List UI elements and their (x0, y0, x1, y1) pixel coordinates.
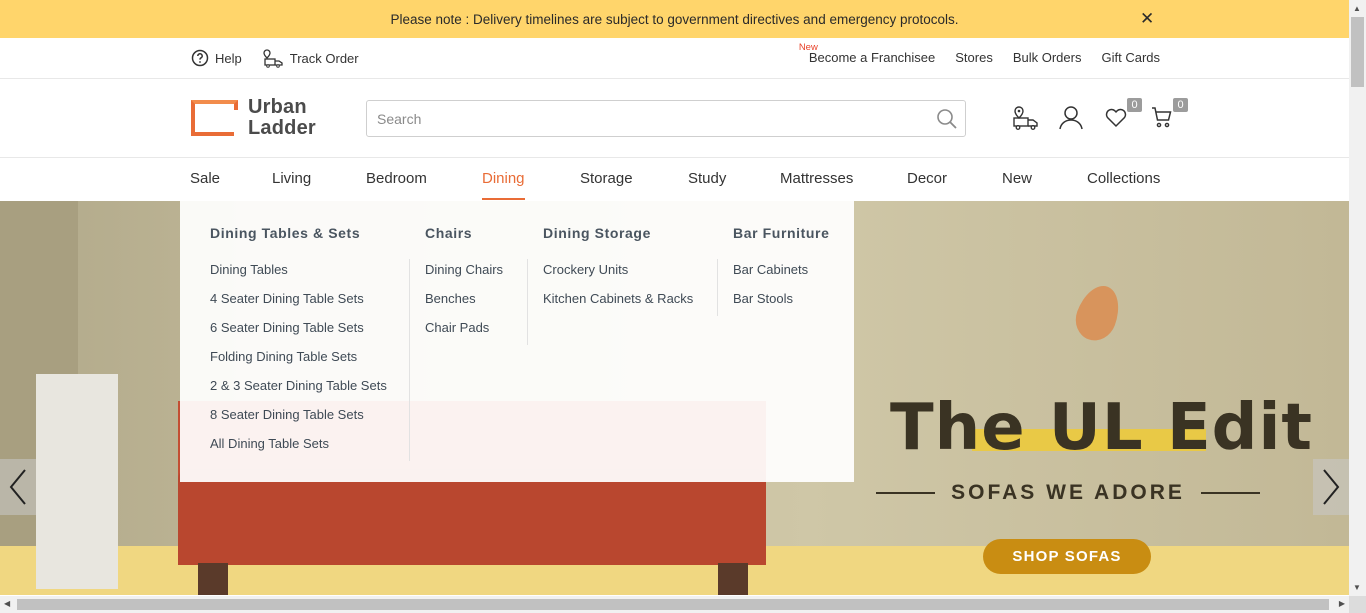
menu-item[interactable]: Folding Dining Table Sets (210, 349, 387, 378)
wishlist-count-badge: 0 (1127, 98, 1142, 112)
column-divider (527, 259, 528, 345)
menu-item[interactable]: 2 & 3 Seater Dining Table Sets (210, 378, 387, 407)
menu-heading-chairs[interactable]: Chairs (425, 225, 503, 241)
menu-item[interactable]: Dining Tables (210, 262, 387, 291)
nav-decor[interactable]: Decor (907, 170, 947, 187)
cart-count-badge: 0 (1173, 98, 1188, 112)
menu-item[interactable]: Bar Cabinets (733, 262, 829, 291)
search-input[interactable] (367, 101, 927, 136)
hero-title-part1: The (890, 391, 1049, 465)
menu-column-chairs: Chairs Dining Chairs Benches Chair Pads (425, 225, 503, 349)
track-order-link[interactable]: Track Order (262, 48, 359, 68)
logo-mark (191, 100, 238, 136)
stores-link[interactable]: Stores (955, 50, 993, 65)
menu-item[interactable]: 6 Seater Dining Table Sets (210, 320, 387, 349)
menu-item[interactable]: Chair Pads (425, 320, 503, 349)
hero-pillar (36, 374, 118, 589)
track-order-label: Track Order (289, 50, 359, 66)
menu-item[interactable]: 4 Seater Dining Table Sets (210, 291, 387, 320)
menu-heading-dining-storage[interactable]: Dining Storage (543, 225, 693, 241)
column-divider (717, 259, 718, 316)
wishlist-button[interactable]: 0 (1104, 98, 1142, 131)
scroll-right-arrow-icon[interactable]: ▶ (1339, 599, 1345, 608)
chevron-right-icon (1323, 469, 1340, 505)
cart-icon (1152, 107, 1172, 128)
menu-item[interactable]: Crockery Units (543, 262, 693, 291)
nav-living[interactable]: Living (272, 170, 311, 187)
bulk-orders-link[interactable]: Bulk Orders (1013, 50, 1082, 65)
scrollbar-corner (1349, 596, 1366, 613)
carousel-prev-button[interactable] (0, 459, 36, 515)
gift-cards-link[interactable]: Gift Cards (1101, 50, 1160, 65)
utility-bar: Help Track Order New Become a Franchisee… (0, 38, 1349, 79)
search-box (366, 100, 966, 137)
scroll-left-arrow-icon[interactable]: ◀ (4, 599, 10, 608)
menu-item[interactable]: 8 Seater Dining Table Sets (210, 407, 387, 436)
scroll-up-arrow-icon[interactable]: ▲ (1353, 4, 1361, 13)
leaf-decoration (1069, 279, 1127, 347)
help-label: Help (215, 50, 242, 66)
main-header: Urban Ladder Search 0 0 (0, 79, 1349, 158)
category-nav: Sale Living Bedroom Dining Storage Study… (0, 158, 1349, 201)
menu-item[interactable]: Kitchen Cabinets & Racks (543, 291, 693, 320)
logo-line2: Ladder (248, 117, 316, 139)
shop-sofas-button[interactable]: SHOP SOFAS (983, 539, 1151, 574)
divider (1200, 492, 1260, 494)
sofa-leg (198, 563, 228, 595)
announcement-bar: Please note : Delivery timelines are sub… (0, 0, 1349, 38)
chevron-left-icon (9, 469, 26, 505)
vertical-scroll-thumb[interactable] (1351, 17, 1364, 87)
sofa-leg (718, 563, 748, 595)
horizontal-scroll-thumb[interactable] (17, 599, 1329, 610)
menu-item[interactable]: Bar Stools (733, 291, 829, 320)
dining-mega-menu: Dining Tables & Sets Dining Tables 4 Sea… (180, 201, 854, 482)
search-icon[interactable] (935, 107, 959, 131)
menu-item[interactable]: Benches (425, 291, 503, 320)
menu-heading-dining-tables[interactable]: Dining Tables & Sets (210, 225, 387, 241)
nav-storage[interactable]: Storage (580, 170, 633, 187)
nav-new[interactable]: New (1002, 170, 1032, 187)
nav-dining[interactable]: Dining (482, 170, 525, 200)
help-icon (191, 49, 209, 67)
store-locator-button[interactable] (1012, 105, 1038, 131)
logo-line1: Urban (248, 96, 307, 118)
close-icon[interactable]: ✕ (1140, 9, 1154, 29)
menu-column-dining-tables: Dining Tables & Sets Dining Tables 4 Sea… (210, 225, 387, 465)
cart-button[interactable]: 0 (1150, 98, 1188, 131)
horizontal-scrollbar[interactable]: ◀ ▶ (0, 596, 1366, 613)
hero-title: The UL Edit (890, 391, 1313, 465)
menu-item[interactable]: Dining Chairs (425, 262, 503, 291)
user-icon (1059, 106, 1083, 130)
logo-wordmark: Urban Ladder (248, 97, 316, 139)
page: Please note : Delivery timelines are sub… (0, 0, 1366, 613)
nav-collections[interactable]: Collections (1087, 170, 1160, 187)
menu-item[interactable]: All Dining Table Sets (210, 436, 387, 465)
divider (876, 492, 936, 494)
nav-sale[interactable]: Sale (190, 170, 220, 187)
account-button[interactable] (1058, 105, 1084, 131)
nav-study[interactable]: Study (688, 170, 726, 187)
track-order-icon (263, 49, 283, 68)
vertical-scrollbar[interactable]: ▲ ▼ (1349, 0, 1366, 596)
store-locator-icon (1013, 106, 1038, 130)
menu-column-dining-storage: Dining Storage Crockery Units Kitchen Ca… (543, 225, 693, 320)
hero-subtitle-row: SOFAS WE ADORE (876, 481, 1260, 505)
column-divider (409, 259, 410, 461)
franchisee-label: Become a Franchisee (808, 50, 936, 65)
menu-column-bar-furniture: Bar Furniture Bar Cabinets Bar Stools (733, 225, 829, 320)
announcement-text: Please note : Delivery timelines are sub… (390, 11, 959, 27)
nav-bedroom[interactable]: Bedroom (366, 170, 427, 187)
sofa-image (178, 469, 766, 565)
nav-mattresses[interactable]: Mattresses (780, 170, 853, 187)
scroll-down-arrow-icon[interactable]: ▼ (1353, 583, 1361, 592)
heart-icon (1105, 108, 1127, 128)
help-link[interactable]: Help (191, 49, 242, 67)
menu-heading-bar-furniture[interactable]: Bar Furniture (733, 225, 829, 241)
logo[interactable]: Urban Ladder (191, 97, 316, 139)
hero-subtitle: SOFAS WE ADORE (951, 481, 1185, 504)
become-franchisee-link[interactable]: New Become a Franchisee (799, 42, 936, 65)
carousel-next-button[interactable] (1313, 459, 1349, 515)
hero-title-part2: UL Edit (1048, 391, 1313, 465)
new-tag: New (798, 42, 818, 53)
